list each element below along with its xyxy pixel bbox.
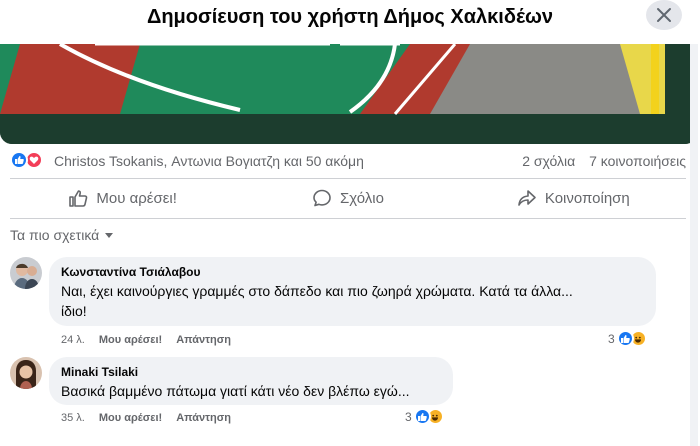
share-button-label: Κοινοποίηση (544, 189, 630, 207)
sort-label: Τα πιο σχετικά (10, 227, 100, 243)
comment-button[interactable]: Σχόλιο (235, 181, 460, 215)
comment-reaction-count: 3 (608, 331, 615, 346)
comment-bubble: Κωνσταντίνα Τσιάλαβου Ναι, έχει καινούργ… (49, 257, 656, 326)
comment-reply-button[interactable]: Απάντηση (176, 412, 231, 424)
thumbs-up-icon (69, 190, 88, 207)
post-photo-container (0, 44, 700, 144)
reactors-text[interactable]: Christos Tsokanis, Αντωνια Βογιατζη και … (54, 153, 364, 169)
comment-button-label: Σχόλιο (340, 189, 384, 207)
comment-meta: 24 λ. Μου αρέσει! Απάντηση (61, 334, 231, 346)
share-button[interactable]: Κοινοποίηση (461, 181, 686, 215)
reaction-summary[interactable] (10, 151, 43, 169)
comment-text-line: Ναι, έχει καινούργιες γραμμές στο δάπεδο… (61, 283, 573, 299)
comment-bubble: Minaki Tsilaki Βασικά βαμμένο πάτωμα για… (49, 357, 453, 405)
avatar[interactable] (10, 357, 42, 389)
comment-meta: 35 λ. Μου αρέσει! Απάντηση (61, 412, 231, 424)
shares-count[interactable]: 7 κοινοποιήσεις (589, 153, 686, 169)
comment-text: Βασικά βαμμένο πάτωμα γιατί κάτι νέο δεν… (61, 383, 410, 399)
close-icon (657, 8, 671, 22)
avatar[interactable] (10, 257, 42, 289)
comment-reactions[interactable]: 3 (608, 330, 647, 347)
comment-like-button[interactable]: Μου αρέσει! (99, 334, 162, 346)
comment-author[interactable]: Minaki Tsilaki (61, 365, 441, 379)
like-reaction-icon (413, 408, 431, 425)
comment-reaction-count: 3 (405, 409, 412, 424)
post-photo[interactable] (0, 44, 697, 144)
share-arrow-icon (518, 190, 536, 206)
comment-icon (313, 189, 331, 207)
comment-time[interactable]: 24 λ. (61, 334, 85, 346)
comments-count[interactable]: 2 σχόλια (522, 153, 575, 169)
caret-down-icon (105, 233, 114, 238)
comment-text-line: ίδιο! (61, 303, 87, 319)
like-reaction-icon (616, 330, 634, 347)
close-button[interactable] (646, 0, 682, 30)
like-button-label: Μου αρέσει! (96, 189, 177, 207)
post-title: Δημοσίευση του χρήστη Δήμος Χαλκιδέων (146, 6, 554, 28)
comment-reply-button[interactable]: Απάντηση (176, 334, 231, 346)
divider-top (10, 178, 686, 179)
scrollbar[interactable] (690, 44, 698, 446)
comment-time[interactable]: 35 λ. (61, 412, 85, 424)
like-reaction-icon (10, 151, 28, 169)
post-counts: 2 σχόλια 7 κοινοποιήσεις (512, 153, 686, 169)
post-stats: Christos Tsokanis, Αντωνια Βογιατζη και … (10, 150, 690, 172)
comment-reactions[interactable]: 3 (405, 408, 444, 425)
like-button[interactable]: Μου αρέσει! (10, 181, 235, 215)
divider-bottom (10, 218, 686, 219)
comment-sort-dropdown[interactable]: Τα πιο σχετικά (10, 227, 115, 243)
post-header: Δημοσίευση του χρήστη Δήμος Χαλκιδέων (0, 0, 700, 44)
comment-author[interactable]: Κωνσταντίνα Τσιάλαβου (61, 265, 644, 279)
comment-text: Ναι, έχει καινούργιες γραμμές στο δάπεδο… (61, 281, 644, 321)
court-image (0, 44, 697, 144)
post-action-bar: Μου αρέσει! Σχόλιο Κοινοποίηση (10, 181, 686, 215)
comment-like-button[interactable]: Μου αρέσει! (99, 412, 162, 424)
